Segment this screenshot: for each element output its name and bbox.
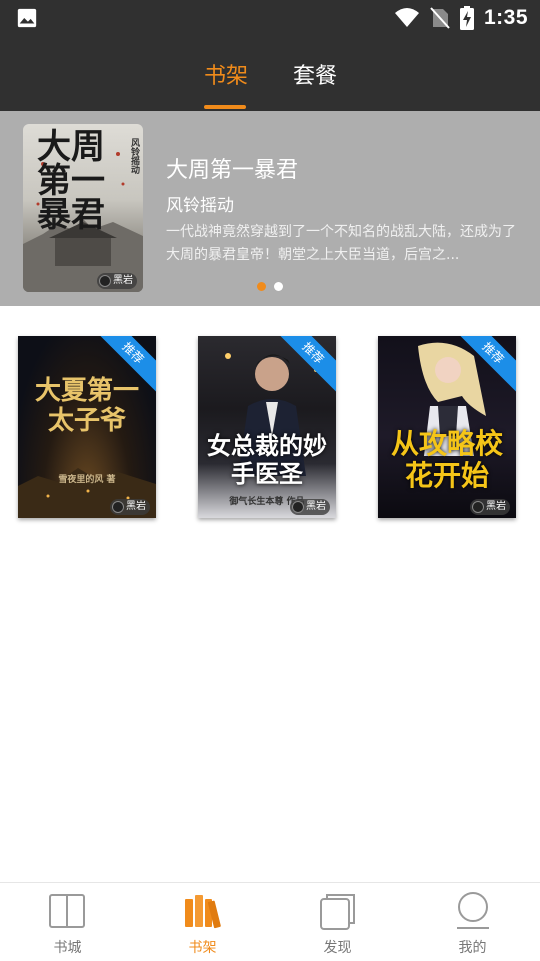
tab-bookshelf[interactable]: 书架 [204, 58, 248, 90]
carousel-dot[interactable] [274, 282, 283, 291]
no-sim-icon [430, 7, 450, 29]
banner-book-author: 风铃摇动 [166, 196, 234, 216]
bottom-navigation: 书城 书架 发现 我的 [0, 882, 540, 960]
wifi-icon [394, 8, 419, 27]
book-card[interactable]: 从攻略校花开始 推荐 黑岩 [378, 336, 516, 518]
nav-label: 书城 [53, 940, 82, 956]
status-time: 1:35 [483, 6, 528, 29]
nav-item-profile[interactable]: 我的 [405, 883, 540, 961]
nav-item-bookshelf[interactable]: 书架 [135, 883, 270, 961]
publisher-logo-icon [292, 501, 304, 513]
book-cover-title: 女总裁的妙手医圣 [207, 432, 327, 488]
book-cover-author: 雪夜里的风 著 [58, 475, 116, 485]
discover-icon [320, 894, 355, 930]
book-cover-title: 大夏第一太子爷 [34, 376, 139, 436]
publisher-logo-icon [472, 501, 484, 513]
carousel-dot-active[interactable] [257, 282, 266, 291]
banner-book-description: 一代战神竟然穿越到了一个不知名的战乱大陆，还成为了大周的暴君皇帝！朝堂之上大臣当… [166, 224, 516, 263]
top-tab-bar: 书架 套餐 [0, 36, 540, 111]
banner-cover-author: 风铃摇动 [129, 138, 139, 174]
publisher-logo-icon [112, 501, 124, 513]
nav-item-discover[interactable]: 发现 [270, 883, 405, 961]
publisher-tag: 黑岩 [97, 273, 137, 289]
publisher-tag: 黑岩 [110, 499, 150, 515]
active-tab-indicator [204, 105, 246, 109]
status-bar: 1:35 [0, 0, 540, 36]
publisher-tag: 黑岩 [290, 499, 330, 515]
banner-book-title[interactable]: 大周第一暴君 [166, 152, 298, 184]
profile-icon [457, 892, 489, 929]
bookshelf-icon [185, 895, 221, 929]
nav-label: 书架 [188, 940, 217, 956]
carousel-indicator [257, 282, 283, 291]
publisher-tag: 黑岩 [470, 499, 510, 515]
book-card[interactable]: 大夏第一太子爷 雪夜里的风 著 推荐 黑岩 [18, 336, 156, 518]
nav-label: 我的 [458, 940, 487, 956]
banner-cover-title: 大周第一暴君 [37, 127, 105, 235]
publisher-logo-icon [99, 275, 111, 287]
tab-package[interactable]: 套餐 [293, 58, 337, 90]
nav-item-bookstore[interactable]: 书城 [0, 883, 135, 961]
book-open-icon [49, 894, 85, 928]
image-icon [17, 8, 37, 28]
nav-label: 发现 [323, 940, 352, 956]
book-cover-title: 从攻略校花开始 [390, 427, 503, 492]
banner-book-cover[interactable]: 大周第一暴君 风铃摇动 黑岩 [23, 124, 143, 292]
book-card[interactable]: 女总裁的妙手医圣 御气长生本尊 作品 推荐 黑岩 [198, 336, 336, 518]
battery-charging-icon [459, 6, 474, 30]
featured-banner[interactable]: 大周第一暴君 风铃摇动 黑岩 大周第一暴君 风铃摇动 一代战神竟然穿越到了一个不… [0, 111, 540, 306]
